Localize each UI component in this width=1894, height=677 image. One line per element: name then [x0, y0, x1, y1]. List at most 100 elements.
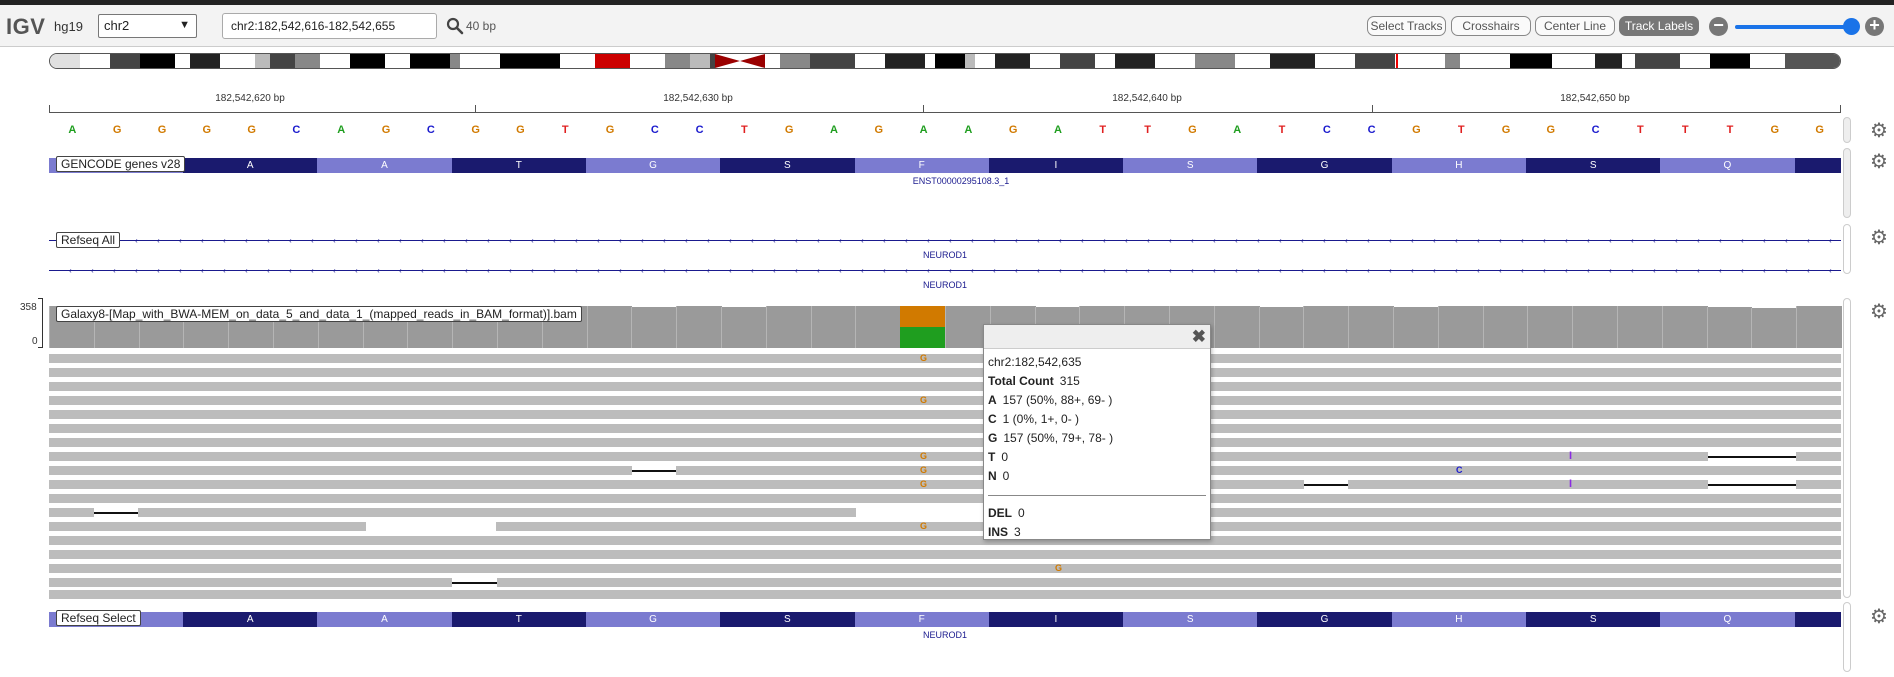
strand-chevron: ‹	[531, 236, 534, 245]
popup-base-label: G	[988, 431, 998, 445]
aligned-read[interactable]	[49, 396, 1841, 405]
coverage-bar[interactable]	[765, 306, 812, 348]
gencode-gene-feature[interactable]: AATGSFISGHSQ	[49, 158, 1841, 173]
aligned-read[interactable]	[49, 410, 1841, 419]
sequence-base: C	[1367, 124, 1376, 136]
locus-search-input[interactable]: chr2:182,542,616-182,542,655	[222, 13, 437, 39]
refseq-all-transcript-line[interactable]: ‹ ‹ ‹ ‹ ‹ ‹ ‹ ‹ ‹ ‹ ‹ ‹ ‹ ‹ ‹ ‹ ‹ ‹ ‹ ‹ ‹ ‹ ‹ ‹ ‹ ‹ ‹ ‹ ‹ ‹ ‹ ‹ ‹ ‹ ‹ ‹ ‹ ‹ ‹ ‹…	[49, 236, 1841, 245]
gear-icon[interactable]: ⚙	[1869, 228, 1889, 248]
coverage-bar[interactable]	[900, 306, 946, 348]
coverage-bar[interactable]	[1751, 308, 1798, 348]
sequence-base: G	[1546, 124, 1556, 136]
crosshairs-button[interactable]: Crosshairs	[1451, 16, 1531, 36]
ideogram-band	[885, 54, 925, 68]
aligned-read[interactable]	[49, 452, 1841, 461]
aligned-read[interactable]	[49, 590, 1841, 599]
ruler-baseline	[49, 112, 1841, 113]
strand-chevron: ‹	[1675, 266, 1678, 275]
ideogram-band	[595, 54, 630, 68]
ideogram-band	[50, 54, 80, 68]
coverage-bar[interactable]	[810, 306, 857, 348]
gear-icon[interactable]: ⚙	[1869, 302, 1889, 322]
aligned-read[interactable]	[49, 578, 1841, 587]
coverage-bar[interactable]	[1706, 307, 1753, 348]
coverage-bar[interactable]	[631, 307, 678, 348]
aligned-read[interactable]	[49, 550, 1841, 559]
genome-label[interactable]: hg19	[54, 19, 83, 34]
aligned-read[interactable]	[49, 354, 1841, 363]
coverage-bar[interactable]	[1213, 306, 1260, 348]
aligned-read[interactable]	[49, 564, 1841, 573]
coverage-bar[interactable]	[1572, 306, 1618, 348]
strand-chevron: ‹	[1785, 266, 1788, 275]
zoom-slider-handle[interactable]	[1843, 18, 1860, 35]
gear-icon[interactable]: ⚙	[1869, 121, 1889, 141]
ideogram-band	[190, 54, 220, 68]
gear-icon[interactable]: ⚙	[1869, 607, 1889, 627]
strand-chevron: ‹	[1741, 266, 1744, 275]
coverage-bar[interactable]	[676, 306, 722, 348]
coverage-bar[interactable]	[1393, 307, 1439, 348]
popup-base-value: 157 (50%, 79+, 78- )	[1003, 431, 1114, 445]
coverage-bar[interactable]	[855, 306, 902, 348]
strand-chevron: ‹	[1697, 266, 1700, 275]
coverage-bar[interactable]	[1303, 306, 1350, 348]
close-icon[interactable]: ✖	[1192, 327, 1206, 347]
track-scrollbar[interactable]	[1843, 148, 1851, 218]
coverage-bar[interactable]	[1348, 306, 1394, 348]
strand-chevron: ‹	[443, 266, 446, 275]
coverage-bar[interactable]	[1258, 307, 1305, 348]
sequence-base: G	[202, 124, 212, 136]
insertion-marker[interactable]: I	[1569, 450, 1572, 462]
mismatch-base: C	[1456, 465, 1463, 475]
coverage-bar[interactable]	[586, 306, 633, 348]
aligned-read[interactable]	[49, 522, 1841, 531]
coverage-bar[interactable]	[721, 307, 767, 348]
ruler-tick-label: 182,542,640 bp	[1112, 93, 1182, 104]
strand-chevron: ‹	[1807, 266, 1810, 275]
aligned-read[interactable]	[49, 368, 1841, 377]
amino-acid: S	[1123, 158, 1258, 173]
coverage-bar[interactable]	[1437, 306, 1484, 348]
strand-chevron: ‹	[201, 266, 204, 275]
aligned-read[interactable]	[49, 424, 1841, 433]
chromosome-select[interactable]: chr2 ▼	[98, 14, 197, 38]
track-scrollbar[interactable]	[1843, 602, 1851, 672]
aligned-read[interactable]	[49, 466, 1841, 475]
aligned-read[interactable]	[49, 494, 1841, 503]
coverage-bar[interactable]	[1796, 306, 1842, 348]
strand-chevron: ‹	[905, 236, 908, 245]
strand-chevron: ‹	[1719, 266, 1722, 275]
coverage-bar[interactable]	[1661, 306, 1708, 348]
track-labels-button[interactable]: Track Labels	[1619, 16, 1699, 36]
zoom-slider[interactable]	[1735, 25, 1855, 29]
coverage-bar[interactable]	[1482, 306, 1529, 348]
popup-base-value: 157 (50%, 88+, 69- )	[1002, 393, 1113, 407]
minus-icon[interactable]: −	[1709, 16, 1728, 36]
aligned-read[interactable]	[49, 536, 1841, 545]
aligned-read[interactable]	[49, 438, 1841, 447]
track-scrollbar[interactable]	[1843, 224, 1851, 274]
sequence-base: A	[1233, 124, 1242, 136]
refseq-all-transcript-line[interactable]: ‹ ‹ ‹ ‹ ‹ ‹ ‹ ‹ ‹ ‹ ‹ ‹ ‹ ‹ ‹ ‹ ‹ ‹ ‹ ‹ ‹ ‹ ‹ ‹ ‹ ‹ ‹ ‹ ‹ ‹ ‹ ‹ ‹ ‹ ‹ ‹ ‹ ‹ ‹ ‹…	[49, 266, 1841, 275]
center-line-button[interactable]: Center Line	[1535, 16, 1615, 36]
strand-chevron: ‹	[1103, 236, 1106, 245]
coverage-bar[interactable]	[1527, 306, 1574, 348]
aligned-read[interactable]	[49, 480, 1841, 489]
select-tracks-button[interactable]: Select Tracks	[1367, 16, 1446, 36]
track-scrollbar[interactable]	[1843, 298, 1851, 598]
insertion-marker[interactable]: I	[1569, 478, 1572, 490]
search-icon[interactable]	[446, 17, 464, 35]
popup-base-value: 0	[1001, 450, 1009, 464]
aligned-read[interactable]	[49, 382, 1841, 391]
strand-chevron: ‹	[1587, 266, 1590, 275]
plus-icon[interactable]: +	[1865, 16, 1884, 36]
refseq-all-gene-name: NEUROD1	[922, 250, 968, 260]
coverage-bar[interactable]	[1617, 306, 1663, 348]
track-scrollbar[interactable]	[1843, 117, 1851, 143]
gear-icon[interactable]: ⚙	[1869, 152, 1889, 172]
ideogram-band	[935, 54, 965, 68]
refseq-select-gene-feature[interactable]: AATGSFISGHSQ	[49, 612, 1841, 627]
popup-header[interactable]: ✖	[984, 325, 1210, 349]
chromosome-ideogram[interactable]	[49, 53, 1841, 69]
